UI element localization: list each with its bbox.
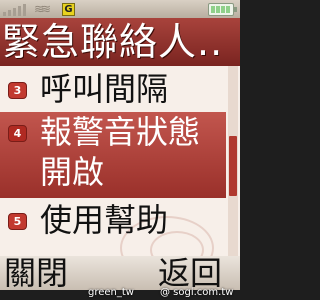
watermark-author: green_tw <box>88 287 134 298</box>
status-bar: ≋≋ G <box>0 0 240 18</box>
close-softkey[interactable]: 關閉 <box>4 256 68 290</box>
menu-list: 3 呼叫間隔 4 報警音狀態 開啟 5 使用幫助 <box>0 66 240 256</box>
watermark-site: @ sogi.com.tw <box>160 287 234 298</box>
back-softkey[interactable]: 返回 <box>158 256 222 290</box>
wave-icon: ≋≋ <box>34 2 51 16</box>
menu-item-label: 呼叫間隔 <box>40 70 169 108</box>
g-badge-icon: G <box>62 3 75 16</box>
menu-item-help[interactable]: 5 使用幫助 <box>0 200 226 240</box>
menu-item-value: 開啟 <box>40 153 105 191</box>
scrollbar-thumb[interactable] <box>229 136 237 196</box>
menu-item-label: 報警音狀態 <box>40 113 201 151</box>
signal-bars-icon <box>3 3 29 16</box>
menu-item-call-interval[interactable]: 3 呼叫間隔 <box>0 70 226 110</box>
page-title: 緊急聯絡人.. <box>2 20 224 64</box>
number-badge-icon: 3 <box>8 82 27 99</box>
number-badge-icon: 4 <box>8 125 27 142</box>
title-bar: 緊急聯絡人.. <box>0 18 240 66</box>
menu-item-label: 使用幫助 <box>40 201 169 239</box>
battery-icon <box>208 3 237 16</box>
number-badge-icon: 5 <box>8 213 27 230</box>
menu-item-alarm-sound-status[interactable]: 4 報警音狀態 開啟 <box>0 112 226 198</box>
